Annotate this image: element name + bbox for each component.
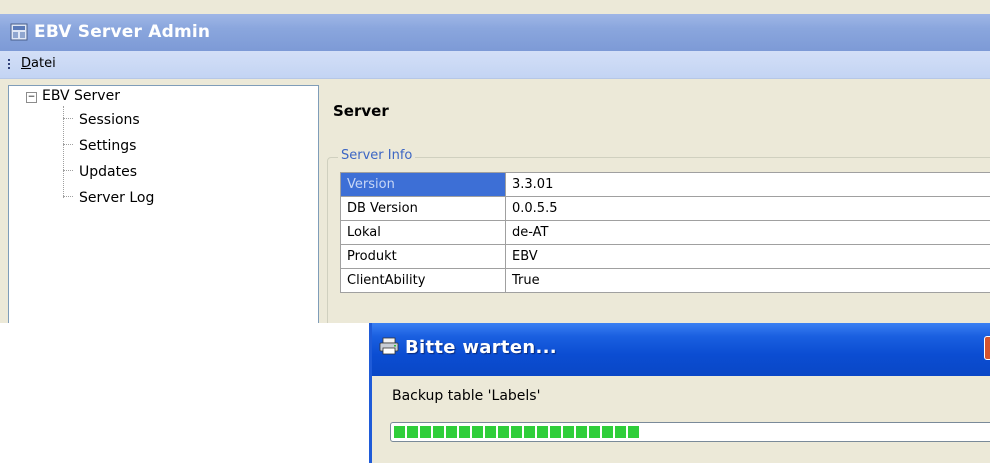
tree-item-ebv-server[interactable]: EBV Server: [42, 86, 120, 106]
content-area: − EBV Server Sessions Settings Updates S…: [0, 79, 990, 323]
property-value[interactable]: 0.0.5.5: [506, 197, 990, 221]
tree-item-updates[interactable]: Updates: [79, 162, 137, 182]
property-value[interactable]: de-AT: [506, 221, 990, 245]
property-row[interactable]: Produkt EBV: [341, 245, 990, 269]
navigation-tree[interactable]: − EBV Server Sessions Settings Updates S…: [8, 85, 319, 323]
collapse-icon[interactable]: −: [26, 92, 37, 103]
tree-connector: [63, 106, 64, 198]
tree-connector: [63, 170, 73, 171]
property-value[interactable]: 3.3.01: [506, 173, 990, 197]
dialog-title: Bitte warten...: [405, 337, 557, 358]
property-row[interactable]: Version 3.3.01: [341, 173, 990, 197]
progress-bar: [390, 422, 990, 442]
tree-connector: [63, 118, 73, 119]
tree-connector: [63, 144, 73, 145]
progress-fill: [394, 426, 641, 438]
server-window-icon: [10, 23, 28, 41]
tree-item-server-log[interactable]: Server Log: [79, 188, 154, 208]
toolbar-grip[interactable]: [8, 59, 10, 71]
menu-item-datei[interactable]: Datei: [18, 56, 59, 71]
server-details-panel: Server Server Info Version 3.3.01 DB Ver…: [319, 79, 990, 323]
window-title: EBV Server Admin: [34, 22, 210, 42]
tree-item-settings[interactable]: Settings: [79, 136, 136, 156]
property-value[interactable]: True: [506, 269, 990, 293]
tree-item-sessions[interactable]: Sessions: [79, 110, 140, 130]
window-titlebar[interactable]: EBV Server Admin: [0, 14, 990, 51]
property-key: Lokal: [341, 221, 506, 245]
main-window: EBV Server Admin Datei − EBV Server Sess…: [0, 0, 990, 323]
property-key: DB Version: [341, 197, 506, 221]
property-row[interactable]: Lokal de-AT: [341, 221, 990, 245]
dialog-titlebar[interactable]: Bitte warten...: [372, 323, 990, 376]
close-icon[interactable]: [984, 336, 990, 360]
tree-connector: [63, 196, 73, 197]
property-row[interactable]: ClientAbility True: [341, 269, 990, 293]
menu-bar: Datei: [0, 51, 990, 79]
property-key: ClientAbility: [341, 269, 506, 293]
property-value[interactable]: EBV: [506, 245, 990, 269]
status-message: Backup table 'Labels': [392, 388, 540, 404]
printer-icon: [379, 337, 399, 355]
wait-dialog: Bitte warten... Backup table 'Labels': [369, 323, 990, 463]
group-label: Server Info: [338, 148, 415, 163]
property-row[interactable]: DB Version 0.0.5.5: [341, 197, 990, 221]
server-info-group: Server Info Version 3.3.01 DB Version 0.…: [327, 157, 990, 323]
property-grid: Version 3.3.01 DB Version 0.0.5.5 Lokal …: [340, 172, 990, 293]
page-title: Server: [333, 102, 389, 120]
property-key: Produkt: [341, 245, 506, 269]
property-key: Version: [341, 173, 506, 197]
